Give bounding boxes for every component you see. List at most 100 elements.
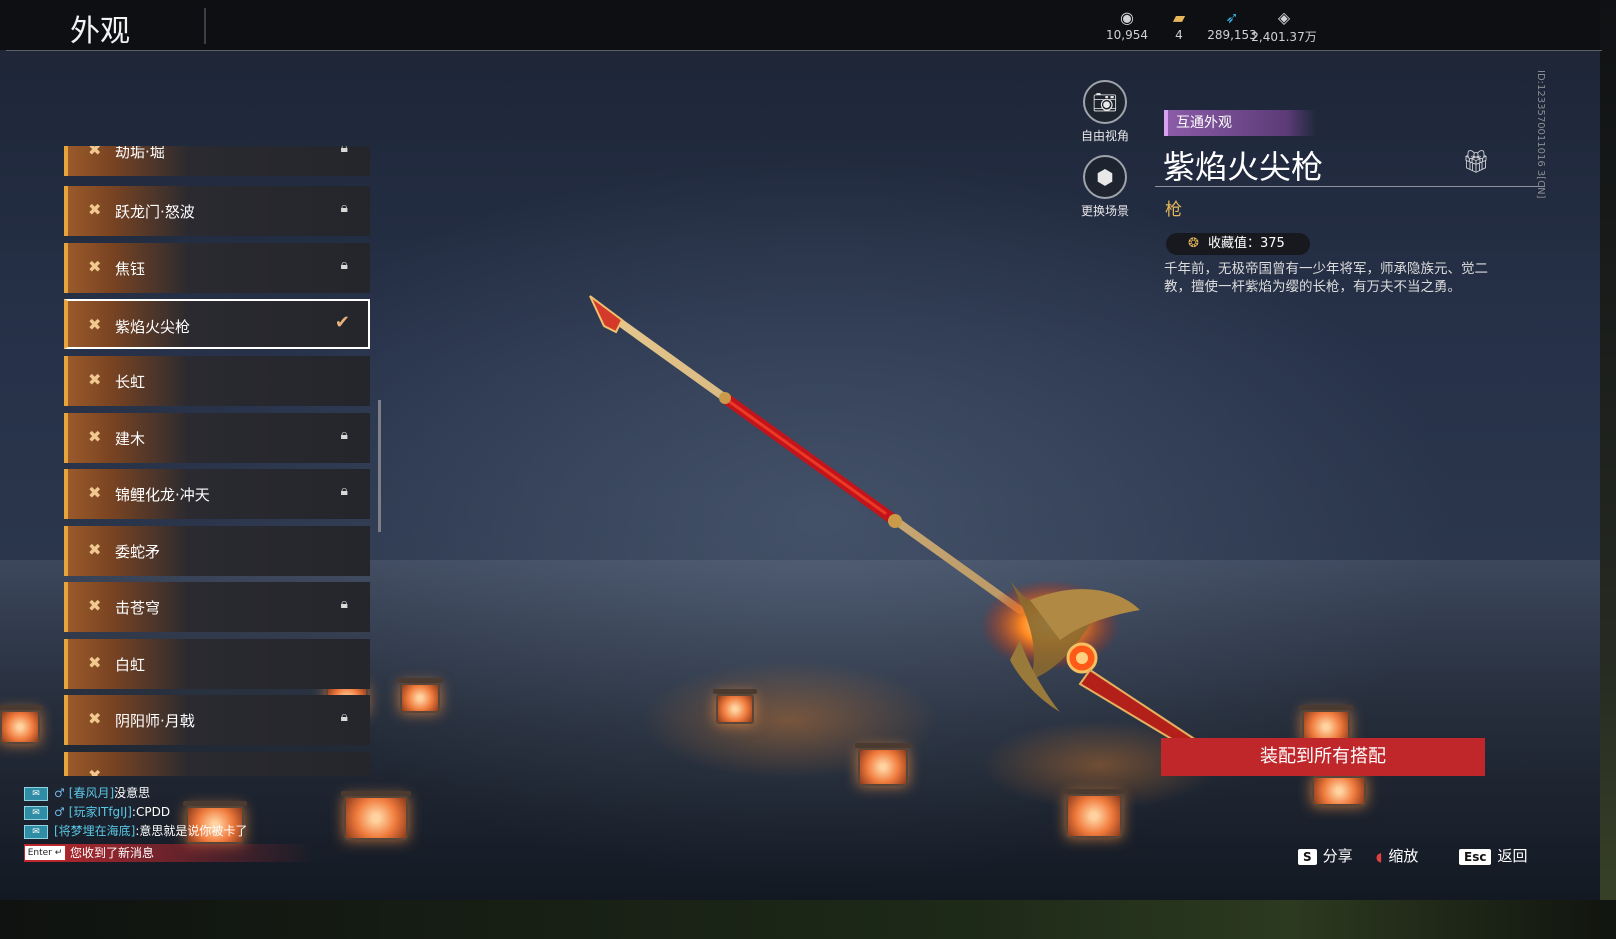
lock-icon: 🔒︎ <box>340 146 348 156</box>
chat-sender[interactable]: [将梦埋在海底] <box>54 824 135 838</box>
collection-value-badge: ❂ 收藏值：375 <box>1166 233 1310 255</box>
item-label: 白虹 <box>115 656 146 674</box>
skin-list[interactable]: ✖ 劫垢·堀 🔒︎ ✖ 跃龙门·怒波 🔒︎ ✖ 焦钰 🔒︎ ✖ 紫焰火尖枪 ✔ … <box>64 146 374 776</box>
chat-sender[interactable]: [春风月] <box>69 786 114 800</box>
divider <box>6 50 1602 51</box>
list-item[interactable]: ✖ 阴阳师·月戟 🔒︎ <box>64 695 370 745</box>
item-label: 委蛇矛 <box>115 543 161 561</box>
list-item[interactable]: ✖ 跃龙门·怒波 🔒︎ <box>64 186 370 236</box>
chat-message: ✉ ♂ [春风月]没意思 <box>24 784 247 803</box>
collection-value: 收藏值：375 <box>1208 236 1285 251</box>
free-camera-button[interactable]: 📷︎ <box>1083 80 1127 124</box>
lock-icon: 🔒︎ <box>340 200 348 216</box>
list-item[interactable]: ✖ <box>64 752 370 776</box>
list-item[interactable]: ✖ 锦鲤化龙·冲天 🔒︎ <box>64 469 370 519</box>
weapon-type-icon: ✖ <box>88 596 102 615</box>
divider <box>204 8 206 44</box>
item-description: 千年前，无极帝国曾有一少年将军，师承隐族元、觉二教，擅使一杆紫焰为缨的长枪，有万… <box>1164 261 1488 295</box>
zoom-hint[interactable]: ◖ 缩放 <box>1376 845 1418 866</box>
weapon-type-icon: ✖ <box>88 370 102 389</box>
new-message-bar[interactable]: Enter ↵ 您收到了新消息 <box>24 844 314 862</box>
back-hint[interactable]: Esc 返回 <box>1459 845 1527 866</box>
chat-sender[interactable]: [玩家ITfgIJ] <box>69 805 132 819</box>
item-label: 阴阳师·月戟 <box>115 712 195 730</box>
checkmark-icon: ✔ <box>334 312 350 333</box>
currency-value: 10,954 <box>1106 28 1148 42</box>
channel-icon: ✉ <box>24 786 48 801</box>
weapon-type-icon: ✖ <box>88 146 102 159</box>
chat-text: :CPDD <box>131 805 171 819</box>
weapon-type-icon: ✖ <box>88 427 102 446</box>
channel-icon: ✉ <box>24 824 48 839</box>
gift-icon[interactable]: 🎁︎ <box>1462 150 1490 175</box>
item-label: 焦钰 <box>115 260 146 278</box>
item-name: 紫焰火尖枪 <box>1163 148 1324 186</box>
list-item[interactable]: ✖ 委蛇矛 <box>64 526 370 576</box>
item-label: 紫焰火尖枪 <box>115 318 191 336</box>
lantern <box>397 678 443 713</box>
male-icon: ♂ <box>54 786 65 800</box>
list-item[interactable]: ✖ 长虹 <box>64 356 370 406</box>
free-camera-label: 自由视角 <box>1080 129 1129 143</box>
player-id: ID:1233570011016 3[CN] <box>1535 70 1546 199</box>
spear-model <box>589 295 1199 746</box>
item-label: 锦鲤化龙·冲天 <box>115 486 210 504</box>
list-scrollbar[interactable] <box>378 400 381 532</box>
weapon-type-icon: ✖ <box>88 315 102 334</box>
hint-label: 缩放 <box>1388 847 1419 865</box>
currency-diamond: ◈ 2,401.37万 <box>1249 8 1319 45</box>
lantern <box>1309 771 1369 806</box>
item-label: 劫垢·堀 <box>115 146 165 161</box>
currency-value: 2,401.37万 <box>1251 30 1317 44</box>
list-item[interactable]: ✖ 焦钰 🔒︎ <box>64 243 370 293</box>
chat-text: :意思就是说你被卡了 <box>135 824 248 838</box>
list-item[interactable]: ✖ 劫垢·堀 🔒︎ <box>64 146 370 176</box>
scene-cube-icon: ⬢ <box>1096 165 1114 189</box>
interop-tag: 互通外观 <box>1164 110 1316 136</box>
camera-icon: 📷︎ <box>1092 90 1118 114</box>
weapon-type-icon: ✖ <box>88 766 102 776</box>
male-icon: ♂ <box>54 805 65 819</box>
channel-icon: ✉ <box>24 805 48 820</box>
lock-icon: 🔒︎ <box>340 257 348 273</box>
list-item[interactable]: ✖ 建木 🔒︎ <box>64 413 370 463</box>
hint-label: 返回 <box>1497 847 1528 865</box>
lock-icon: 🔒︎ <box>340 427 348 443</box>
lantern <box>341 791 411 840</box>
top-bar <box>0 0 1600 50</box>
equip-all-button[interactable]: 装配到所有搭配 <box>1161 738 1485 776</box>
lantern <box>855 743 911 786</box>
chat-panel[interactable]: ✉ ♂ [春风月]没意思 ✉ ♂ [玩家ITfgIJ]:CPDD ✉ [将梦埋在海底]:意… <box>24 784 247 841</box>
item-label: 击苍穹 <box>115 599 161 617</box>
share-hint[interactable]: S 分享 <box>1298 845 1353 866</box>
window-edge <box>1600 0 1616 939</box>
hint-label: 分享 <box>1322 847 1353 865</box>
chat-message: ✉ ♂ [玩家ITfgIJ]:CPDD <box>24 803 247 822</box>
mouse-icon: ◖ <box>1376 850 1383 864</box>
diamond-icon: ◈ <box>1277 8 1291 27</box>
change-scene-button[interactable]: ⬢ <box>1083 155 1127 199</box>
divider <box>1155 186 1545 187</box>
weapon-type-icon: ✖ <box>88 540 102 559</box>
window-edge <box>0 900 1616 939</box>
esc-key: Esc <box>1459 849 1492 865</box>
weapon-type-icon: ✖ <box>88 200 102 219</box>
lantern <box>0 705 43 744</box>
item-label: 跃龙门·怒波 <box>115 203 195 221</box>
list-item[interactable]: ✖ 击苍穹 🔒︎ <box>64 582 370 632</box>
list-item[interactable]: ✖ 白虹 <box>64 639 370 689</box>
weapon-type-icon: ✖ <box>88 709 102 728</box>
weapon-type-icon: ✖ <box>88 653 102 672</box>
new-message-notice: 您收到了新消息 <box>70 846 155 860</box>
page-title: 外观 <box>70 14 130 49</box>
list-item-selected[interactable]: ✖ 紫焰火尖枪 ✔ <box>64 299 370 349</box>
chat-message: ✉ [将梦埋在海底]:意思就是说你被卡了 <box>24 822 247 841</box>
lock-icon: 🔒︎ <box>340 483 348 499</box>
weapon-type-icon: ✖ <box>88 257 102 276</box>
currency-value: 4 <box>1175 28 1183 42</box>
lock-icon: 🔒︎ <box>340 596 348 612</box>
chat-text: 没意思 <box>114 786 151 800</box>
item-type: 枪 <box>1165 200 1182 220</box>
lantern <box>1063 789 1125 838</box>
lock-icon: 🔒︎ <box>340 709 348 725</box>
